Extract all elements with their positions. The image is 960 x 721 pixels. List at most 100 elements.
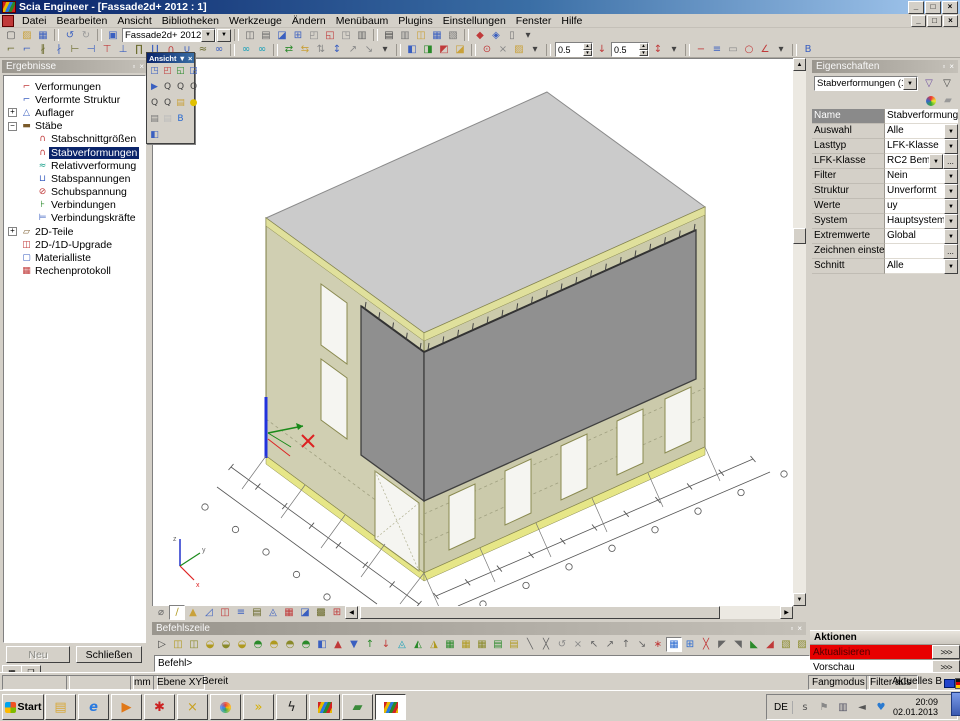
toolbar-icon[interactable]: ▦ bbox=[429, 28, 445, 43]
tree-item-verbindungen[interactable]: ⊦Verbindungen bbox=[4, 199, 145, 212]
scia-icon[interactable] bbox=[309, 694, 340, 720]
view-tool-icon[interactable]: ● bbox=[187, 96, 200, 110]
toolbar-icon[interactable]: ↗ bbox=[345, 42, 361, 57]
filter-edit-icon[interactable]: ▽ bbox=[939, 76, 955, 91]
scroll-up-icon[interactable]: ▲ bbox=[793, 58, 806, 71]
redo-icon[interactable]: ↻ bbox=[78, 28, 94, 43]
menu-item-menbaum[interactable]: Menübaum bbox=[331, 15, 394, 27]
new-icon[interactable]: ▢ bbox=[3, 28, 19, 43]
new-button[interactable]: Neu bbox=[6, 646, 70, 663]
toolbar-icon[interactable]: ◢ bbox=[762, 637, 778, 652]
toolbar-icon[interactable]: ↗ bbox=[602, 637, 618, 652]
expand-icon[interactable]: + bbox=[8, 227, 17, 236]
toolbar-icon[interactable]: ◿ bbox=[201, 605, 217, 620]
toolbar-icon[interactable]: ▧ bbox=[445, 28, 461, 43]
restore-button[interactable]: □ bbox=[925, 1, 941, 14]
toolbar-icon[interactable]: ∞ bbox=[211, 42, 227, 57]
chevron-down-icon[interactable]: ▼ bbox=[944, 139, 958, 154]
status-snap-mode[interactable]: Fangmodus bbox=[808, 675, 870, 690]
view-tool-icon[interactable]: Q bbox=[174, 80, 187, 94]
chevron-down-icon[interactable]: ▼ bbox=[929, 154, 943, 169]
toolbar-icon[interactable]: ╳ bbox=[538, 637, 554, 652]
window-icon[interactable]: ▣ bbox=[105, 28, 121, 43]
status-icon[interactable]: s bbox=[797, 700, 813, 715]
toolbar-icon[interactable]: ◬ bbox=[394, 637, 410, 652]
toolbar-icon[interactable]: ◪ bbox=[274, 28, 290, 43]
view-tool-icon[interactable]: ◲ bbox=[187, 64, 200, 78]
pin-icon[interactable]: ▫ bbox=[942, 62, 945, 71]
close-icon[interactable]: × bbox=[797, 624, 802, 633]
chevron-down-icon[interactable]: ▼ bbox=[179, 54, 186, 63]
toolbar-icon[interactable]: ▾ bbox=[666, 42, 682, 57]
tree-item-verformungen[interactable]: ⌐Verformungen bbox=[4, 80, 145, 93]
toolbar-icon[interactable]: ∗ bbox=[650, 637, 666, 652]
toolbar-icon[interactable]: ↕ bbox=[650, 42, 666, 57]
view-tool-icon[interactable]: ◧ bbox=[148, 128, 161, 142]
tree-item-relativverformung[interactable]: ≈Relativverformung bbox=[4, 159, 145, 172]
toolbar-icon[interactable]: ▦ bbox=[666, 637, 682, 652]
mdi-close-button[interactable]: × bbox=[943, 15, 958, 27]
chevron-down-icon[interactable]: ▼ bbox=[944, 214, 958, 229]
toolbar-icon[interactable]: ◆ bbox=[472, 28, 488, 43]
security-icon[interactable]: ♥ bbox=[873, 700, 889, 715]
toolbar-icon[interactable]: ▦ bbox=[474, 637, 490, 652]
toolbar-icon[interactable]: ▯ bbox=[504, 28, 520, 43]
scrollbar-thumb[interactable] bbox=[793, 228, 806, 244]
tree-item-2dteile[interactable]: +▱2D-Teile bbox=[4, 225, 145, 238]
pin-icon[interactable]: ▫ bbox=[132, 62, 135, 71]
close-icon[interactable]: × bbox=[139, 62, 144, 71]
toolbar-icon[interactable]: ∞ bbox=[238, 42, 254, 57]
toolbar-icon[interactable]: ⊞ bbox=[682, 637, 698, 652]
toolbar-icon[interactable]: ▲ bbox=[185, 605, 201, 620]
property-value[interactable]: Unverformt bbox=[885, 184, 944, 199]
chevron-down-icon[interactable]: ▼ bbox=[944, 199, 958, 214]
toolbar-icon[interactable]: ◈ bbox=[488, 28, 504, 43]
close-icon[interactable]: × bbox=[949, 62, 954, 71]
chrome-icon[interactable] bbox=[210, 694, 241, 720]
toolbar-icon[interactable]: ∠ bbox=[757, 42, 773, 57]
red-app-icon[interactable]: ✱ bbox=[144, 694, 175, 720]
toolbar-icon[interactable]: ↖ bbox=[586, 637, 602, 652]
tree-item-2d1dupgrade[interactable]: ◫2D-/1D-Upgrade bbox=[4, 238, 145, 251]
action-more-button[interactable]: >>> bbox=[932, 645, 960, 659]
property-value[interactable]: Hauptsystem bbox=[885, 214, 944, 229]
toolbar-icon[interactable]: ◥ bbox=[730, 637, 746, 652]
view-tool-icon[interactable]: ▶ bbox=[148, 80, 161, 94]
toolbar-icon[interactable]: ▤ bbox=[506, 637, 522, 652]
toolbar-icon[interactable]: ▧ bbox=[778, 637, 794, 652]
project-combobox[interactable]: Fassade2d+ 2012 ▼ bbox=[122, 28, 216, 43]
tree-item-stbe[interactable]: −▬Stäbe bbox=[4, 120, 145, 133]
expand-icon[interactable]: + bbox=[8, 108, 17, 117]
scroll-left-icon[interactable]: ◀ bbox=[345, 606, 358, 619]
toolbar-icon[interactable]: ⊥ bbox=[115, 42, 131, 57]
paint-icon[interactable]: ▰ bbox=[342, 694, 373, 720]
toolbar-icon[interactable]: ≡ bbox=[709, 42, 725, 57]
toolbar-icon[interactable]: ◬ bbox=[265, 605, 281, 620]
ellipsis-button[interactable]: ... bbox=[943, 154, 958, 169]
toolbar-icon[interactable]: ◫ bbox=[170, 637, 186, 652]
property-value[interactable]: Nein bbox=[885, 169, 944, 184]
show-desktop-button[interactable] bbox=[951, 692, 960, 716]
toolbar-icon[interactable]: ◓ bbox=[282, 637, 298, 652]
toolbar-icon[interactable]: ◳ bbox=[338, 28, 354, 43]
scale-spinner-2[interactable]: 0.5 ▲▼ bbox=[611, 42, 649, 57]
collapse-icon[interactable]: − bbox=[8, 122, 17, 131]
toolbar-icon[interactable]: ⇆ bbox=[297, 42, 313, 57]
toolbar-icon[interactable]: ∞ bbox=[254, 42, 270, 57]
chevron-down-icon[interactable]: ▼ bbox=[944, 169, 958, 184]
language-indicator[interactable]: DE bbox=[770, 701, 793, 714]
tree-item-auflager[interactable]: +△Auflager bbox=[4, 106, 145, 119]
view-tool-icon[interactable]: Q bbox=[187, 80, 200, 94]
toolbar-icon[interactable]: ▷ bbox=[154, 637, 170, 652]
toolbar-icon[interactable]: ▥ bbox=[397, 28, 413, 43]
toolbar-icon[interactable]: ∤ bbox=[51, 42, 67, 57]
pin-icon[interactable]: ▫ bbox=[790, 624, 793, 633]
toolbar-icon[interactable]: ◪ bbox=[452, 42, 468, 57]
tree-item-schubspannung[interactable]: ⊘Schubspannung bbox=[4, 186, 145, 199]
toolbar-icon[interactable]: ▦ bbox=[281, 605, 297, 620]
chevron-down-icon[interactable]: ▼ bbox=[201, 29, 215, 42]
toolbar-icon[interactable]: − bbox=[693, 42, 709, 57]
toolbar-icon[interactable]: ▨ bbox=[511, 42, 527, 57]
toolbar-icon[interactable]: ◰ bbox=[306, 28, 322, 43]
horizontal-scrollbar[interactable] bbox=[358, 606, 780, 619]
